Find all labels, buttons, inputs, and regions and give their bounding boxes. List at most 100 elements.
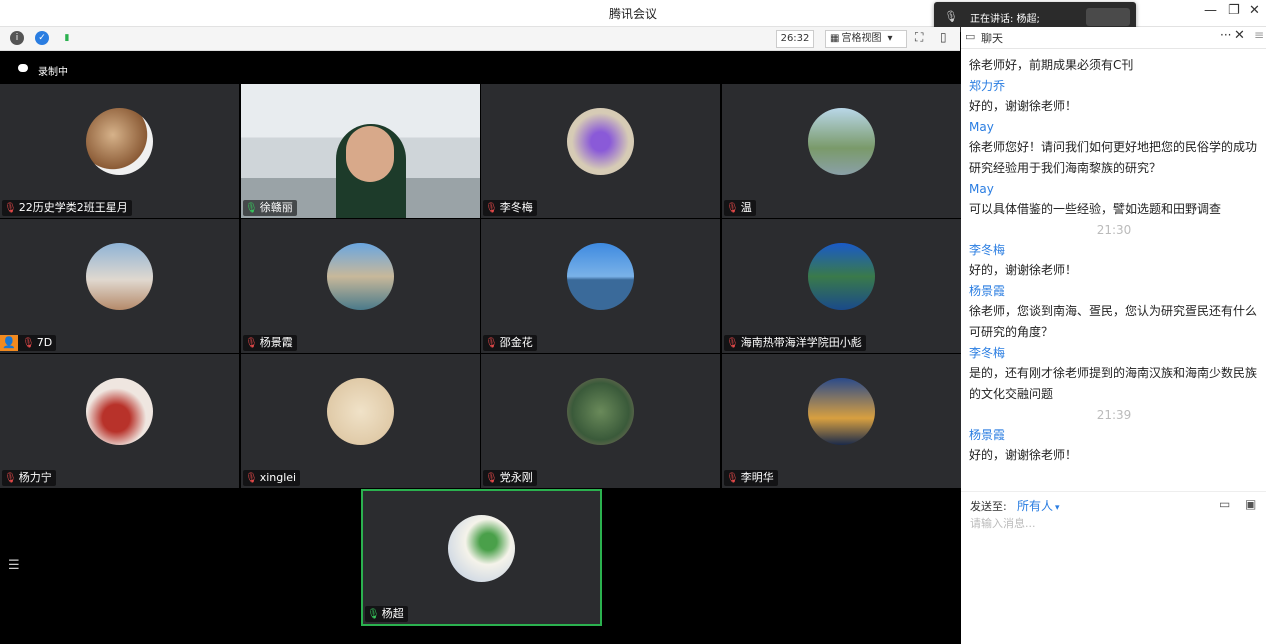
chat-sender-name: 杨景霞 bbox=[969, 284, 1006, 298]
chat-message-text: 徐老师，您谈到南海、疍民，您认为研究疍民还有什么 bbox=[969, 304, 1258, 318]
menu-icon[interactable]: ≡ bbox=[1254, 28, 1264, 42]
minimize-icon[interactable]: — bbox=[1204, 3, 1217, 18]
host-icon: 👤 bbox=[0, 335, 18, 351]
chat-messages: 徐老师好，前期成果必须有C刊 郑力乔好的，谢谢徐老师！ May 徐老师您好！请问我们如… bbox=[969, 55, 1259, 466]
file-icon[interactable]: ▭ bbox=[1219, 497, 1230, 511]
meeting-toolbar: i ✓ ▮ 26:32 ▦ 宫格视图 ▾ ⛶ ▯ bbox=[0, 27, 960, 51]
mic-muted-icon: 🎙 bbox=[245, 473, 258, 484]
avatar bbox=[808, 108, 875, 175]
participant-name: 徐赣丽 bbox=[259, 201, 293, 214]
mic-muted-icon: 🎙 bbox=[726, 203, 739, 214]
info-icon[interactable]: i bbox=[10, 31, 24, 45]
chat-header: ▭ 聊天 ··· ✕ ≡ bbox=[961, 27, 1266, 49]
grid-view-label: 宫格视图 bbox=[841, 33, 882, 44]
send-to-label: 发送至: bbox=[970, 500, 1007, 513]
video-tile[interactable]: 🎙 温 bbox=[722, 84, 961, 218]
layout-icon[interactable]: ▯ bbox=[940, 30, 947, 44]
chat-sender-name: 李冬梅 bbox=[969, 346, 1006, 360]
video-tile[interactable]: 🎙 徐赣丽 bbox=[241, 84, 480, 218]
chat-sender-name: 郑力乔 bbox=[969, 79, 1006, 93]
list-toggle-icon[interactable]: ☰ bbox=[8, 558, 20, 573]
self-video-tile[interactable]: 🎙 杨超 bbox=[361, 489, 602, 626]
avatar bbox=[567, 243, 634, 310]
chat-message-text: 的文化交融问题 bbox=[969, 387, 1054, 401]
participant-name: 杨超 bbox=[381, 607, 404, 620]
mic-icon: 🎙 bbox=[944, 10, 958, 23]
avatar bbox=[327, 243, 394, 310]
chat-title: 聊天 bbox=[981, 32, 1003, 45]
video-tile[interactable]: 🎙 杨景霞 bbox=[241, 219, 480, 353]
recording-bar: 录制中 bbox=[0, 52, 960, 84]
video-tile[interactable]: 🎙 李冬梅 bbox=[481, 84, 720, 218]
video-face bbox=[346, 126, 394, 182]
avatar bbox=[808, 243, 875, 310]
mic-muted-icon: 🎙 bbox=[4, 203, 17, 214]
screenshot-icon[interactable]: ▣ bbox=[1245, 497, 1256, 511]
meeting-timer: 26:32 bbox=[776, 30, 814, 48]
mic-on-icon: 🎙 bbox=[245, 203, 258, 214]
video-tile[interactable]: 🎙 22历史学类2班王星月 bbox=[0, 84, 239, 218]
recording-label: 录制中 bbox=[38, 67, 68, 78]
participant-label: 🎙 杨超 bbox=[365, 606, 408, 622]
participant-name: 李冬梅 bbox=[499, 201, 533, 214]
video-tile[interactable]: 🎙 xinglei bbox=[241, 354, 480, 488]
participant-label: 🎙 杨景霞 bbox=[243, 335, 297, 351]
signal-icon[interactable]: ▮ bbox=[60, 31, 74, 45]
mic-muted-icon: 🎙 bbox=[4, 473, 17, 484]
avatar bbox=[567, 378, 634, 445]
speaking-actions[interactable] bbox=[1086, 8, 1130, 26]
participant-label: 🎙 李冬梅 bbox=[483, 200, 537, 216]
grid-icon: ▦ bbox=[830, 33, 840, 44]
participant-name: 7D bbox=[36, 336, 53, 349]
send-to-bar: 发送至: 所有人 ▾ ▭ ▣ bbox=[961, 491, 1266, 516]
video-tile[interactable]: 👤 🎙 7D bbox=[0, 219, 239, 353]
chat-timestamp: 21:39 bbox=[1096, 408, 1132, 422]
close-icon[interactable]: ✕ bbox=[1234, 28, 1245, 43]
mic-muted-icon: 🎙 bbox=[485, 338, 498, 349]
mic-muted-icon: 🎙 bbox=[485, 473, 498, 484]
send-to-select[interactable]: 所有人 ▾ bbox=[1017, 497, 1060, 514]
mic-on-icon: 🎙 bbox=[367, 609, 380, 620]
cloud-record-icon bbox=[18, 64, 28, 72]
chat-message-text: 好的，谢谢徐老师！ bbox=[969, 99, 1078, 113]
chat-panel: ▭ 聊天 ··· ✕ ≡ 徐老师好，前期成果必须有C刊 郑力乔好的，谢谢徐老师！ M… bbox=[961, 27, 1266, 644]
avatar bbox=[448, 515, 515, 582]
chat-message-text: 研究经验用于我们海南黎族的研究？ bbox=[969, 161, 1162, 175]
avatar bbox=[567, 108, 634, 175]
video-tile[interactable]: 🎙 李明华 bbox=[722, 354, 961, 488]
close-icon[interactable]: ✕ bbox=[1249, 3, 1260, 18]
video-tile[interactable]: 🎙 邵金花 bbox=[481, 219, 720, 353]
mic-muted-icon: 🎙 bbox=[245, 338, 258, 349]
video-tile[interactable]: 🎙 海南热带海洋学院田小彪 bbox=[722, 219, 961, 353]
shield-icon[interactable]: ✓ bbox=[35, 31, 49, 45]
fullscreen-icon[interactable]: ⛶ bbox=[915, 30, 923, 45]
participant-label: 👤 🎙 7D bbox=[0, 335, 57, 351]
participant-name: 温 bbox=[740, 201, 752, 214]
chat-message-text: 好的，谢谢徐老师！ bbox=[969, 263, 1078, 277]
participant-name: 海南热带海洋学院田小彪 bbox=[740, 336, 862, 349]
grid-view-button[interactable]: ▦ 宫格视图 ▾ bbox=[825, 30, 907, 48]
avatar bbox=[86, 108, 153, 175]
video-tile[interactable]: 🎙 杨力宁 bbox=[0, 354, 239, 488]
avatar bbox=[808, 378, 875, 445]
participant-label: 🎙 xinglei bbox=[243, 470, 301, 486]
chat-sender-name: May bbox=[969, 182, 994, 196]
chat-input[interactable]: 请输入消息... bbox=[970, 515, 1036, 531]
mic-muted-icon: 🎙 bbox=[22, 338, 35, 349]
chat-message-text: 可以具体借鉴的一些经验，譬如选题和田野调查 bbox=[969, 202, 1222, 216]
speaking-text: 正在讲话: 杨超; bbox=[970, 14, 1040, 25]
send-to-value: 所有人 bbox=[1017, 499, 1054, 513]
video-tile[interactable]: 🎙 党永刚 bbox=[481, 354, 720, 488]
participant-name: 杨力宁 bbox=[18, 471, 52, 484]
chevron-down-icon: ▾ bbox=[887, 33, 893, 44]
maximize-icon[interactable]: ❐ bbox=[1228, 3, 1240, 18]
participant-label: 🎙 李明华 bbox=[724, 470, 778, 486]
participant-name: xinglei bbox=[259, 471, 297, 484]
chat-message-text: 徐老师好，前期成果必须有C刊 bbox=[969, 58, 1134, 72]
participant-label: 🎙 海南热带海洋学院田小彪 bbox=[724, 335, 866, 351]
more-icon[interactable]: ··· bbox=[1220, 28, 1231, 42]
chat-message-text: 徐老师您好！请问我们如何更好地把您的民俗学的成功 bbox=[969, 140, 1258, 154]
participant-name: 邵金花 bbox=[499, 336, 533, 349]
participant-label: 🎙 邵金花 bbox=[483, 335, 537, 351]
chat-message-text: 好的，谢谢徐老师！ bbox=[969, 448, 1078, 462]
